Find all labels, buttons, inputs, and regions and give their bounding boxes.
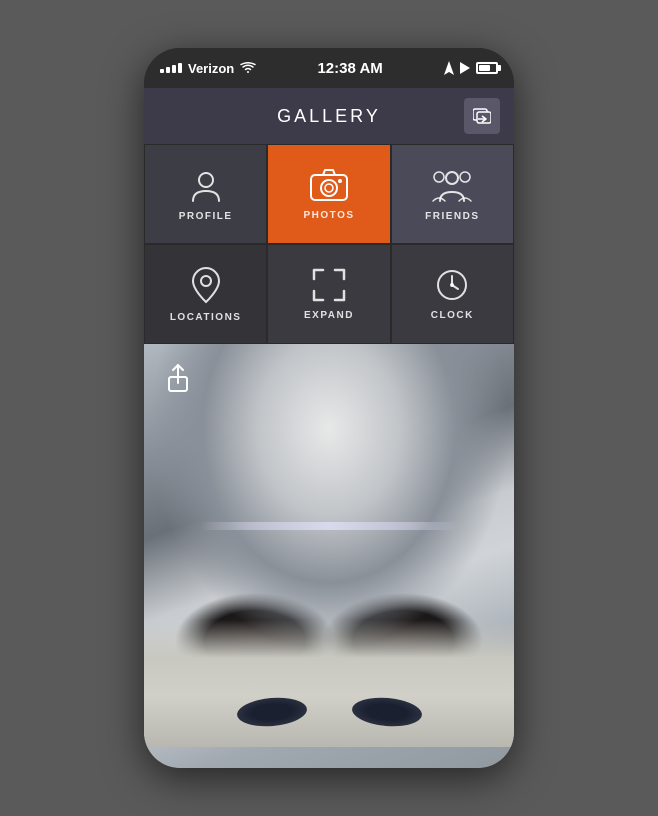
grid-item-locations[interactable]: LOCATIONS bbox=[144, 244, 267, 344]
status-right bbox=[444, 61, 498, 75]
photo-area bbox=[144, 344, 514, 768]
grid-item-expand[interactable]: EXPAND bbox=[267, 244, 390, 344]
status-left: Verizon bbox=[160, 61, 256, 76]
status-bar: Verizon 12:38 AM bbox=[144, 48, 514, 88]
battery-indicator bbox=[476, 62, 498, 74]
phone-frame: Verizon 12:38 AM GAL bbox=[144, 48, 514, 768]
app-title: GALLERY bbox=[277, 106, 381, 127]
carrier-label: Verizon bbox=[188, 61, 234, 76]
grid-item-photos[interactable]: PHOTOS bbox=[267, 144, 390, 244]
status-time: 12:38 AM bbox=[317, 60, 382, 77]
locations-label: LOCATIONS bbox=[170, 312, 242, 323]
photo-background bbox=[144, 344, 514, 768]
grid-item-friends[interactable]: FRIENDS bbox=[391, 144, 514, 244]
signal-bar-3 bbox=[172, 65, 176, 73]
play-icon bbox=[460, 62, 470, 74]
battery-fill bbox=[479, 65, 490, 71]
wifi-icon bbox=[240, 62, 256, 74]
clock-label: CLOCK bbox=[431, 310, 474, 321]
signal-bar-2 bbox=[166, 67, 170, 73]
signal-bars bbox=[160, 63, 182, 73]
profile-label: PROFILE bbox=[179, 211, 233, 222]
share-button[interactable] bbox=[158, 358, 198, 398]
app-header: GALLERY bbox=[144, 88, 514, 144]
location-arrow-icon bbox=[444, 61, 454, 75]
profile-icon bbox=[188, 167, 224, 203]
forward-button[interactable] bbox=[464, 98, 500, 134]
share-icon bbox=[165, 363, 191, 393]
location-icon bbox=[191, 266, 221, 304]
expand-icon bbox=[312, 268, 346, 302]
grid-item-clock[interactable]: CLOCK bbox=[391, 244, 514, 344]
friends-label: FRIENDS bbox=[425, 211, 479, 222]
forward-icon bbox=[473, 108, 491, 124]
grid-item-profile[interactable]: PROFILE bbox=[144, 144, 267, 244]
clock-icon bbox=[435, 268, 469, 302]
photos-label: PHOTOS bbox=[303, 210, 354, 221]
signal-bar-4 bbox=[178, 63, 182, 73]
friends-icon bbox=[431, 167, 473, 203]
expand-label: EXPAND bbox=[304, 310, 354, 321]
signal-bar-1 bbox=[160, 69, 164, 73]
camera-icon bbox=[310, 168, 348, 202]
menu-grid: PROFILE PHOTOS FRIENDS bbox=[144, 144, 514, 344]
